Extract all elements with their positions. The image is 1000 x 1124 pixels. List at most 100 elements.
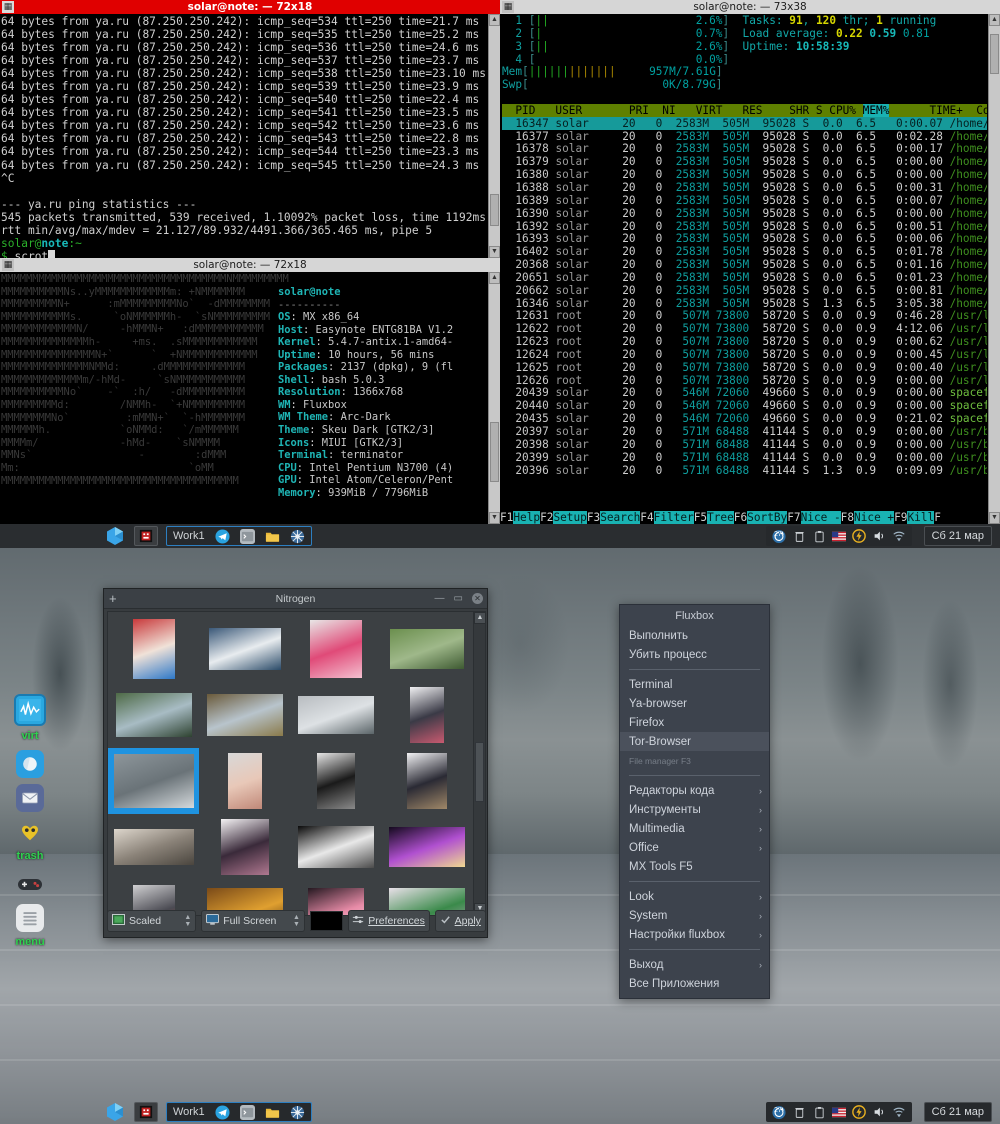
thumbnail-cell[interactable] bbox=[290, 682, 381, 748]
mx-logo-icon[interactable] bbox=[105, 1102, 125, 1122]
wp-lake-clouds[interactable] bbox=[208, 628, 281, 670]
flag-us-icon[interactable] bbox=[832, 1105, 846, 1119]
apply-button[interactable]: Apply bbox=[434, 910, 486, 932]
scroll-thumb[interactable] bbox=[490, 194, 499, 226]
folder-icon[interactable] bbox=[265, 1105, 280, 1120]
system-tray[interactable]: 27 bbox=[766, 526, 912, 546]
menu-item-look[interactable]: Look › bbox=[620, 887, 769, 906]
clipboard-icon[interactable] bbox=[812, 529, 826, 543]
workspace-task-group-2[interactable]: Work1 bbox=[166, 1102, 312, 1122]
envelope-icon[interactable] bbox=[16, 784, 44, 812]
neofetch-output[interactable]: MMMMMMMMMMMMMMMMMMMMMMMMMMMMMMMMMMMMNMMM… bbox=[0, 272, 488, 524]
taskbar-top[interactable]: Work1 27 Сб 21 мар bbox=[0, 524, 1000, 548]
scroll-up-icon[interactable]: ▲ bbox=[489, 272, 500, 284]
background-color-swatch[interactable] bbox=[309, 911, 343, 931]
scroll-down-icon[interactable]: ▼ bbox=[489, 246, 500, 258]
nitrogen-icon[interactable] bbox=[290, 529, 305, 544]
menu-item-system[interactable]: System › bbox=[620, 906, 769, 925]
htop-scrollbar[interactable]: ▲ ▼ bbox=[988, 14, 1000, 524]
thumbnail-cell[interactable] bbox=[381, 748, 472, 814]
clock[interactable]: Сб 21 мар bbox=[923, 526, 992, 546]
window-htop-terminal[interactable]: ▦ solar@note: — 73x38 1 [|| 2.6%] Tasks:… bbox=[500, 0, 1000, 524]
folder-icon[interactable] bbox=[265, 529, 280, 544]
telegram-icon[interactable] bbox=[215, 528, 230, 544]
menu-item-terminal[interactable]: Terminal bbox=[620, 675, 769, 694]
wp-anime-longhair[interactable] bbox=[220, 819, 269, 875]
thumbnail-cell[interactable] bbox=[199, 814, 290, 880]
scroll-thumb[interactable] bbox=[490, 422, 499, 482]
menu-item-office[interactable]: Office › bbox=[620, 838, 769, 857]
scroll-down-icon[interactable]: ▼ bbox=[489, 512, 500, 524]
fluxbox-root-menu[interactable]: Fluxbox Выполнить Убить процесс Terminal Ya… bbox=[619, 604, 770, 999]
spinner-icon[interactable]: ▲ ▼ bbox=[184, 914, 191, 928]
desktop-icon-virt[interactable]: virt bbox=[0, 694, 60, 744]
ping-terminal-output[interactable]: 64 bytes from ya.ru (87.250.250.242): ic… bbox=[0, 14, 488, 258]
wp-green-river[interactable] bbox=[389, 629, 464, 669]
trash-icon[interactable] bbox=[792, 1105, 806, 1119]
thumbnail-cell[interactable] bbox=[108, 682, 199, 748]
ping-scrollbar[interactable]: ▲ ▼ bbox=[488, 14, 500, 258]
menu-item-редакторы-кода[interactable]: Редакторы кода › bbox=[620, 781, 769, 800]
telegram-icon[interactable] bbox=[215, 1104, 230, 1120]
thumbnail-cell[interactable] bbox=[108, 748, 199, 814]
fkey-label-f5[interactable]: Tree bbox=[707, 511, 734, 524]
thumbnail-cell[interactable] bbox=[381, 682, 472, 748]
terminal-window-icon[interactable] bbox=[239, 528, 255, 544]
menu-item-ya-browser[interactable]: Ya-browser bbox=[620, 694, 769, 713]
menu-item-firefox[interactable]: Firefox bbox=[620, 713, 769, 732]
menu-item-tor-browser[interactable]: Tor-Browser bbox=[620, 732, 769, 751]
fkey-label-f9[interactable]: Kill bbox=[907, 511, 935, 524]
scroll-thumb[interactable] bbox=[475, 742, 484, 802]
nitrogen-scrollbar[interactable]: ▲ ▼ bbox=[473, 612, 485, 915]
thumbnail-cell[interactable] bbox=[290, 748, 381, 814]
desktop-icon-mail[interactable] bbox=[0, 784, 60, 812]
flag-us-icon[interactable] bbox=[832, 529, 846, 543]
window-nitrogen[interactable]: + Nitrogen — ▭ ✕ ▲ ▼ Scaled ▲ ▼ Full Scr… bbox=[103, 588, 488, 938]
terminal-icon[interactable] bbox=[134, 526, 158, 546]
wp-cliff-lake[interactable] bbox=[206, 694, 283, 736]
wp-purple-glow[interactable] bbox=[388, 827, 465, 867]
wp-canyon-river[interactable] bbox=[115, 693, 192, 737]
menu-item-убить-процесс[interactable]: Убить процесс bbox=[620, 645, 769, 664]
menu-item-инструменты[interactable]: Инструменты › bbox=[620, 800, 769, 819]
fkey-f6[interactable]: F6 bbox=[733, 511, 748, 524]
htop-output[interactable]: 1 [|| 2.6%] Tasks: 91, 120 thr; 1 runnin… bbox=[500, 14, 987, 524]
wp-sketch-group[interactable] bbox=[113, 829, 194, 865]
wp-black-petals[interactable] bbox=[297, 826, 374, 868]
scroll-down-icon[interactable]: ▼ bbox=[989, 512, 1000, 524]
menu-item-mx-tools-f5[interactable]: MX Tools F5 bbox=[620, 857, 769, 876]
htop-titlebar[interactable]: ▦ solar@note: — 73x38 bbox=[500, 0, 1000, 14]
wp-foggy-forest[interactable] bbox=[113, 754, 194, 808]
trash-icon[interactable] bbox=[792, 529, 806, 543]
fkey-label-f7[interactable]: Nice - bbox=[800, 511, 841, 524]
fkey-f4[interactable]: F4 bbox=[640, 511, 654, 524]
fkey-label-f2[interactable]: Setup bbox=[553, 511, 587, 524]
menu-item-выполнить[interactable]: Выполнить bbox=[620, 626, 769, 645]
owl-icon[interactable] bbox=[16, 818, 44, 846]
fkey-f5[interactable]: F5 bbox=[693, 511, 708, 524]
system-tray-2[interactable]: 27 bbox=[766, 1102, 912, 1122]
nitrogen-icon[interactable] bbox=[290, 1105, 305, 1120]
menu-item-настройки-fluxbox[interactable]: Настройки fluxbox › bbox=[620, 925, 769, 944]
fkey-label-f1[interactable]: Help bbox=[513, 511, 541, 524]
updates-icon[interactable]: 27 bbox=[772, 529, 786, 543]
browser-icon[interactable] bbox=[16, 750, 44, 778]
fkey-label-f6[interactable]: SortBy bbox=[747, 511, 788, 524]
scroll-up-icon[interactable]: ▲ bbox=[474, 612, 485, 624]
workspace-task-group[interactable]: Work1 bbox=[166, 526, 312, 546]
screen-dropdown[interactable]: Full Screen ▲ ▼ bbox=[201, 910, 305, 932]
wp-anime-pale[interactable] bbox=[227, 753, 262, 809]
wp-island-mist[interactable] bbox=[297, 696, 374, 734]
scroll-up-icon[interactable]: ▲ bbox=[989, 14, 1000, 26]
thumbnail-cell[interactable] bbox=[108, 814, 199, 880]
fkey-f7[interactable]: F7 bbox=[787, 511, 801, 524]
htop-function-bar[interactable]: F1 Help F2 Setup F3 Search F4 Filter F5 Tree … bbox=[500, 511, 987, 524]
neofetch-titlebar[interactable]: ▦ solar@note: — 72x18 bbox=[0, 258, 500, 272]
wifi-icon[interactable] bbox=[892, 1105, 906, 1119]
ping-titlebar[interactable]: ▦ solar@note: — 72x18 bbox=[0, 0, 500, 14]
fkey-f3[interactable]: F3 bbox=[586, 511, 601, 524]
thumbnail-cell[interactable] bbox=[108, 616, 199, 682]
thumbnail-cell[interactable] bbox=[199, 748, 290, 814]
nitrogen-thumbnail-area[interactable]: ▲ ▼ bbox=[107, 611, 486, 916]
window-ping-terminal[interactable]: ▦ solar@note: — 72x18 64 bytes from ya.r… bbox=[0, 0, 500, 258]
